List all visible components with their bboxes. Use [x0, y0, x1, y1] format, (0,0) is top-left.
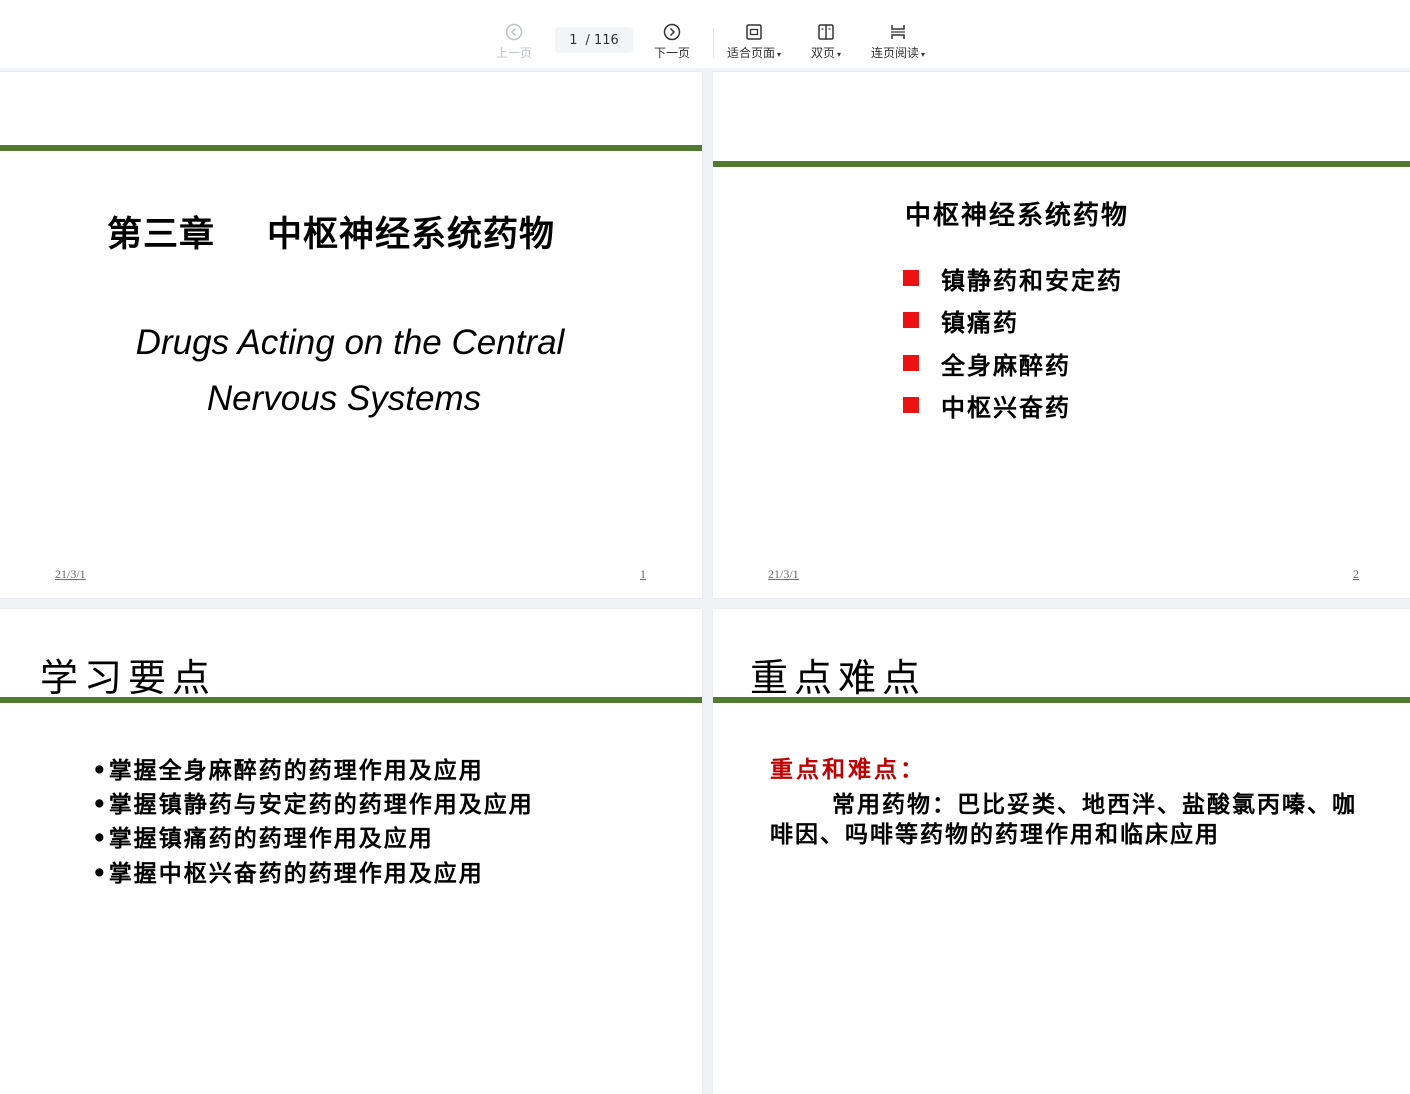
list-item: •掌握镇痛药的药理作用及应用 — [92, 825, 434, 852]
chevron-down-icon: ▾ — [777, 50, 782, 59]
double-page-icon — [817, 22, 835, 42]
list-item: 全身麻醉药 — [903, 348, 1071, 380]
square-bullet-icon — [903, 355, 919, 371]
page-indicator[interactable]: 1 / 116 — [555, 27, 633, 53]
total-pages: / 116 — [585, 32, 619, 48]
slide-title: 重点难点 — [750, 656, 927, 700]
prev-page-label: 上一页 — [496, 46, 533, 60]
list-item: •掌握中枢兴奋药的药理作用及应用 — [92, 860, 484, 887]
key-points-text: 常用药物：巴比妥类、地西泮、盐酸氯丙嗪、咖啡因、吗啡等药物的药理作用和临床应用 — [770, 791, 1357, 848]
list-item-text: 镇静药和安定药 — [941, 265, 1123, 295]
slide-4: 重点难点 重点和难点： 常用药物：巴比妥类、地西泮、盐酸氯丙嗪、咖啡因、吗啡等药… — [713, 609, 1410, 1094]
fit-page-label: 适合页面 — [727, 46, 776, 60]
key-points-heading: 重点和难点： — [770, 756, 926, 783]
chevron-right-circle-icon — [663, 22, 681, 42]
slide-date: 21/3/1 — [768, 567, 799, 581]
list-item-text: 镇痛药 — [941, 307, 1019, 337]
english-title-line-1: Drugs Acting on the Central — [135, 323, 565, 362]
current-page-input[interactable]: 1 — [569, 33, 577, 48]
key-points-body: 常用药物：巴比妥类、地西泮、盐酸氯丙嗪、咖啡因、吗啡等药物的药理作用和临床应用 — [770, 790, 1360, 850]
chevron-down-icon: ▾ — [921, 50, 926, 59]
continuous-scroll-icon — [889, 22, 907, 42]
next-page-button[interactable]: 下一页 — [654, 22, 690, 62]
prev-page-button[interactable]: 上一页 — [496, 22, 532, 62]
list-item: 中枢兴奋药 — [903, 390, 1071, 422]
slide-number: 1 — [640, 567, 646, 581]
english-title-line-2: Nervous Systems — [206, 379, 482, 418]
green-divider — [713, 161, 1410, 167]
square-bullet-icon — [903, 270, 919, 286]
green-divider — [0, 697, 702, 703]
green-divider — [713, 697, 1410, 703]
list-item: 镇痛药 — [903, 305, 1019, 337]
double-page-label: 双页 — [811, 46, 836, 60]
square-bullet-icon — [903, 312, 919, 328]
viewer-toolbar: 上一页 1 / 116 下一页 适合页面 ▾ 双页 ▾ 连页阅读 ▾ — [0, 0, 1410, 68]
list-item: •掌握全身麻醉药的药理作用及应用 — [92, 757, 484, 784]
square-bullet-icon — [903, 397, 919, 413]
double-page-button[interactable]: 双页 ▾ — [811, 22, 841, 62]
chapter-name: 中枢神经系统药物 — [267, 214, 556, 255]
slide-number: 2 — [1353, 567, 1359, 581]
list-item-text: 全身麻醉药 — [941, 350, 1071, 380]
chapter-number: 第三章 — [107, 214, 216, 255]
slide-2: 中枢神经系统药物 镇静药和安定药 镇痛药 全身麻醉药 中枢兴奋药 21/3/1 … — [713, 72, 1410, 598]
list-item: •掌握镇静药与安定药的药理作用及应用 — [92, 791, 534, 818]
next-page-label: 下一页 — [654, 46, 691, 60]
list-item: 镇静药和安定药 — [903, 263, 1123, 295]
slide-1: 第三章 中枢神经系统药物 Drugs Acting on the Central … — [0, 72, 702, 598]
green-divider — [0, 145, 702, 151]
toolbar-divider — [713, 28, 714, 58]
chevron-down-icon: ▾ — [837, 50, 842, 59]
slide-title: 中枢神经系统药物 — [905, 201, 1130, 231]
continuous-reading-label: 连页阅读 — [871, 46, 920, 60]
chevron-left-circle-icon — [505, 22, 523, 42]
list-item-text: 中枢兴奋药 — [941, 392, 1071, 422]
fit-page-icon — [745, 22, 763, 42]
continuous-reading-button[interactable]: 连页阅读 ▾ — [871, 22, 925, 62]
slide-3: 学习要点 •掌握全身麻醉药的药理作用及应用 •掌握镇静药与安定药的药理作用及应用… — [0, 609, 702, 1094]
slide-title: 学习要点 — [40, 656, 217, 700]
fit-page-button[interactable]: 适合页面 ▾ — [727, 22, 781, 62]
chapter-title: 第三章 中枢神经系统药物 — [107, 206, 555, 257]
slide-date: 21/3/1 — [55, 567, 86, 581]
